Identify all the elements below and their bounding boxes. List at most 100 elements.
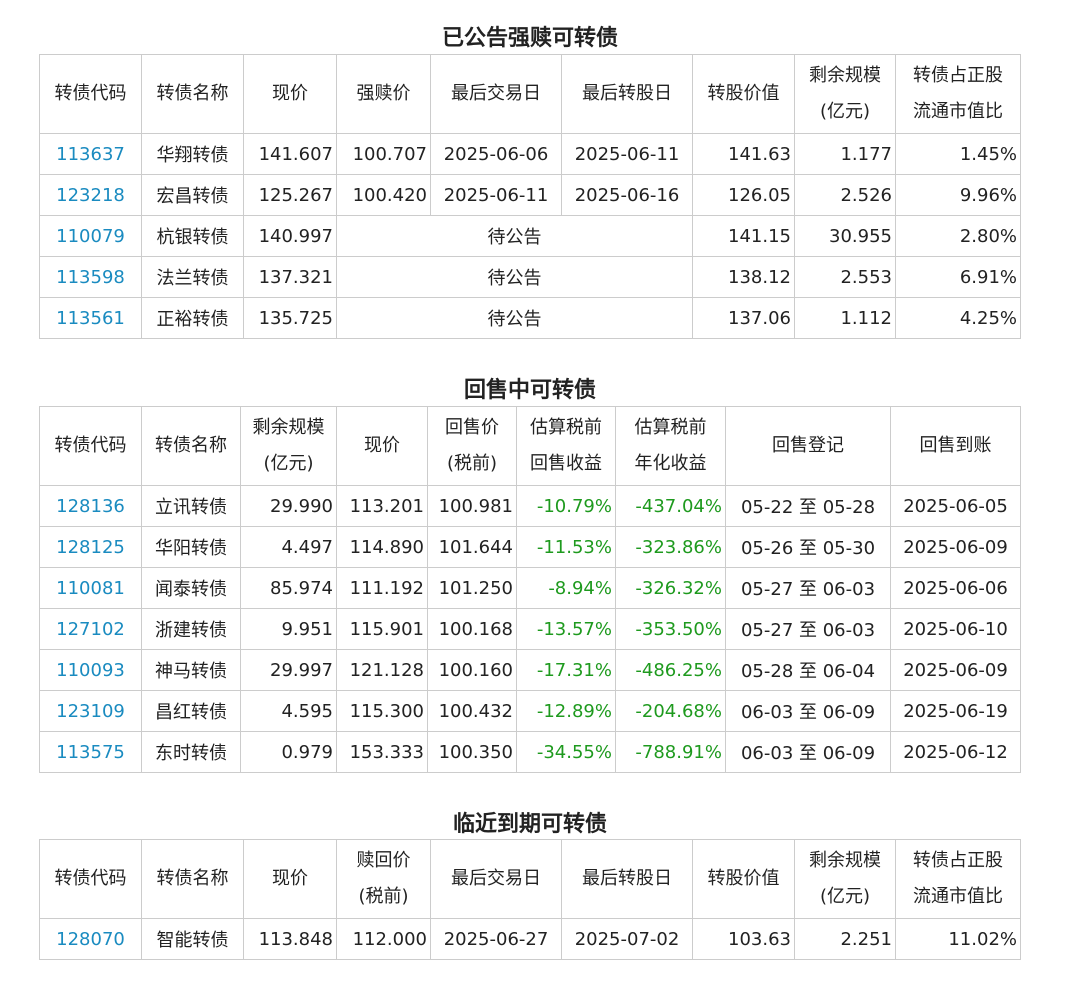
price-cell: 135.725 (243, 297, 337, 339)
bond-code-link[interactable]: 128136 (39, 485, 142, 527)
table-row: 113575 东时转债 0.979 153.333 100.350 -34.55% -788… (39, 731, 1021, 773)
bond-code-link[interactable]: 123218 (39, 174, 142, 216)
put-arrival-date: 2025-06-12 (890, 731, 1021, 773)
column-header: 估算税前 回售收益 (516, 406, 616, 486)
price-cell: 115.300 (336, 690, 428, 732)
bond-name: 东时转债 (141, 731, 241, 773)
put-price-cell: 100.168 (427, 608, 517, 650)
bond-name: 华阳转债 (141, 526, 241, 568)
bond-name: 智能转债 (141, 918, 244, 960)
annualized-yield-cell: -326.32% (615, 567, 726, 609)
column-header-label: 流通市值比 (913, 101, 1003, 122)
column-header: 转债占正股 流通市值比 (895, 839, 1021, 919)
maturity-table-body: 128070 智能转债 113.848 112.000 2025-06-27 2025-0… (39, 918, 1021, 960)
put-register-period: 06-03 至 06-09 (725, 690, 891, 732)
column-header-label: (税前) (358, 886, 409, 907)
column-header-label: 赎回价 (356, 850, 411, 871)
last-trade-date: 2025-06-11 (430, 174, 562, 216)
putback-table-body: 128136 立讯转债 29.990 113.201 100.981 -10.79% -43… (39, 485, 1021, 773)
bond-name: 法兰转债 (141, 256, 244, 298)
annualized-yield-cell: -323.86% (615, 526, 726, 568)
table-row: 113598 法兰转债 137.321 待公告 138.12 2.553 6.91% (39, 256, 1021, 298)
column-header-label: (亿元) (819, 101, 871, 122)
bond-code-link[interactable]: 110081 (39, 567, 142, 609)
put-price-cell: 101.644 (427, 526, 517, 568)
put-register-period: 05-22 至 05-28 (725, 485, 891, 527)
float-ratio-cell: 6.91% (895, 256, 1021, 298)
maturity-header-row: 转债代码 转债名称 现价 赎回价 (税前) 最后交易日 最后转股日 转股价值 剩余规模 (亿元) 转… (39, 839, 1021, 919)
column-header: 强赎价 (336, 54, 431, 134)
column-header: 赎回价 (税前) (336, 839, 431, 919)
bond-code-link[interactable]: 128070 (39, 918, 142, 960)
float-ratio-cell: 2.80% (895, 215, 1021, 257)
table-row: 128136 立讯转债 29.990 113.201 100.981 -10.79% -43… (39, 485, 1021, 527)
column-header: 最后交易日 (430, 54, 562, 134)
column-header: 最后转股日 (561, 839, 693, 919)
column-header-label: 最后交易日 (451, 83, 541, 104)
putback-table: 转债代码 转债名称 剩余规模 (亿元) 现价 回售价 (税前) 估算税前 回售收益 估算税前 年化收… (39, 406, 1021, 773)
column-header-label: 转债名称 (156, 83, 229, 104)
bond-code-link[interactable]: 113598 (39, 256, 142, 298)
column-header: 剩余规模 (亿元) (794, 54, 896, 134)
column-header: 转债代码 (39, 839, 142, 919)
last-trade-date: 2025-06-27 (430, 918, 562, 960)
maturity-section-title: 临近到期可转债 (452, 812, 607, 837)
put-register-period: 05-28 至 06-04 (725, 649, 891, 691)
pending-announcement: 待公告 (336, 215, 693, 257)
annualized-yield-cell: -437.04% (615, 485, 726, 527)
bond-name: 正裕转债 (141, 297, 244, 339)
column-header: 现价 (243, 54, 337, 134)
bond-name: 立讯转债 (141, 485, 241, 527)
put-register-period: 06-03 至 06-09 (725, 731, 891, 773)
put-price-cell: 100.160 (427, 649, 517, 691)
float-ratio-cell: 4.25% (895, 297, 1021, 339)
price-cell: 137.321 (243, 256, 337, 298)
bond-code-link[interactable]: 113637 (39, 133, 142, 175)
column-header-label: 强赎价 (356, 83, 411, 104)
bond-name: 华翔转债 (141, 133, 244, 175)
bond-code-link[interactable]: 123109 (39, 690, 142, 732)
annualized-yield-cell: -204.68% (615, 690, 726, 732)
bond-code-link[interactable]: 113561 (39, 297, 142, 339)
table-row: 128125 华阳转债 4.497 114.890 101.644 -11.53% -323… (39, 526, 1021, 568)
column-header: 回售到账 (890, 406, 1021, 486)
column-header-label: 转股价值 (707, 83, 780, 104)
table-row: 127102 浙建转债 9.951 115.901 100.168 -13.57% -353… (39, 608, 1021, 650)
annualized-yield-cell: -788.91% (615, 731, 726, 773)
remaining-size-cell: 30.955 (794, 215, 896, 257)
remaining-size-cell: 2.553 (794, 256, 896, 298)
bond-code-link[interactable]: 113575 (39, 731, 142, 773)
conversion-value-cell: 141.15 (692, 215, 795, 257)
column-header: 转债名称 (141, 54, 244, 134)
remaining-size-cell: 0.979 (240, 731, 337, 773)
price-cell: 153.333 (336, 731, 428, 773)
float-ratio-cell: 9.96% (895, 174, 1021, 216)
bond-code-link[interactable]: 127102 (39, 608, 142, 650)
column-header-label: 最后转股日 (582, 83, 672, 104)
put-arrival-date: 2025-06-09 (890, 526, 1021, 568)
redeem-price-cell: 100.420 (336, 174, 431, 216)
bond-code-link[interactable]: 110079 (39, 215, 142, 257)
column-header: 转股价值 (692, 839, 795, 919)
bond-code-link[interactable]: 128125 (39, 526, 142, 568)
column-header: 剩余规模 (亿元) (794, 839, 896, 919)
column-header-label: 回售价 (445, 417, 499, 438)
column-header: 转股价值 (692, 54, 795, 134)
redeem-price-cell: 112.000 (336, 918, 431, 960)
column-header-label: 转债代码 (54, 83, 127, 104)
put-price-cell: 101.250 (427, 567, 517, 609)
redeem-table-body: 113637 华翔转债 141.607 100.707 2025-06-06 2025-0… (39, 133, 1021, 339)
table-row: 128070 智能转债 113.848 112.000 2025-06-27 2025-0… (39, 918, 1021, 960)
bond-code-link[interactable]: 110093 (39, 649, 142, 691)
put-price-cell: 100.981 (427, 485, 517, 527)
column-header-label: (税前) (446, 453, 498, 474)
estimated-yield-cell: -10.79% (516, 485, 616, 527)
column-header-label: 流通市值比 (913, 886, 1003, 907)
price-cell: 141.607 (243, 133, 337, 175)
remaining-size-cell: 1.112 (794, 297, 896, 339)
bond-name: 宏昌转债 (141, 174, 244, 216)
put-register-period: 05-26 至 05-30 (725, 526, 891, 568)
table-row: 113637 华翔转债 141.607 100.707 2025-06-06 2025-0… (39, 133, 1021, 175)
price-cell: 113.848 (243, 918, 337, 960)
redeem-table: 转债代码 转债名称 现价 强赎价 最后交易日 最后转股日 转股价值 剩余规模 (亿元) 转债占正股… (39, 54, 1021, 339)
